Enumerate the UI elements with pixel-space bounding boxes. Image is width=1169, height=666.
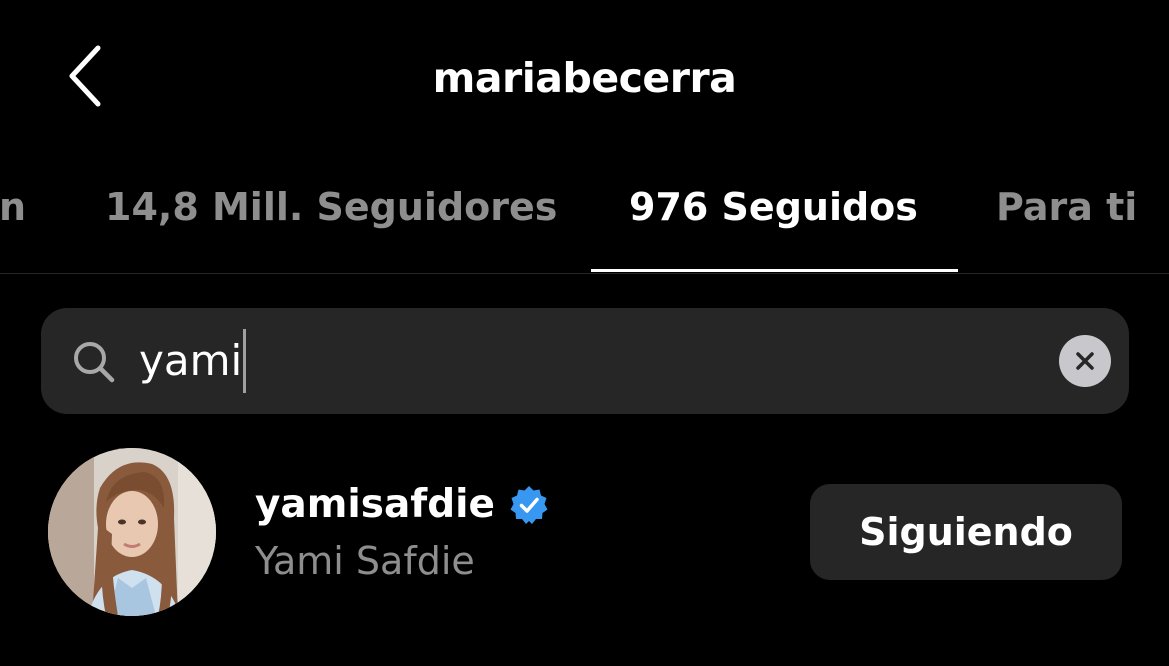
page-title: mariabecerra	[432, 54, 737, 102]
full-name: Yami Safdie	[255, 539, 475, 583]
text-cursor	[243, 329, 247, 393]
tab-followers[interactable]: 14,8 Mill. Seguidores	[105, 182, 557, 232]
divider	[0, 273, 1169, 274]
tab-bar: n 14,8 Mill. Seguidores 976 Seguidos Par…	[0, 172, 1169, 272]
following-screen: mariabecerra n 14,8 Mill. Seguidores 976…	[0, 0, 1169, 666]
verified-badge-icon	[510, 486, 548, 524]
search-input-value: yami	[139, 336, 243, 385]
profile-photo	[48, 448, 216, 616]
list-item[interactable]: yamisafdie Yami Safdie Siguiendo	[0, 440, 1169, 625]
username-line: yamisafdie	[255, 480, 549, 530]
username[interactable]: yamisafdie	[255, 480, 495, 530]
search-bar[interactable]: yami	[41, 308, 1129, 414]
close-icon	[1076, 352, 1094, 370]
following-button[interactable]: Siguiendo	[810, 484, 1122, 580]
tab-partial[interactable]: n	[0, 182, 26, 232]
search-icon	[74, 342, 115, 383]
avatar[interactable]	[48, 448, 216, 616]
tab-following[interactable]: 976 Seguidos	[629, 182, 918, 232]
search-input[interactable]: yami	[139, 329, 1019, 393]
active-tab-indicator	[591, 269, 958, 272]
clear-search-button[interactable]	[1059, 335, 1111, 387]
tab-for-you[interactable]: Para ti	[996, 182, 1137, 232]
